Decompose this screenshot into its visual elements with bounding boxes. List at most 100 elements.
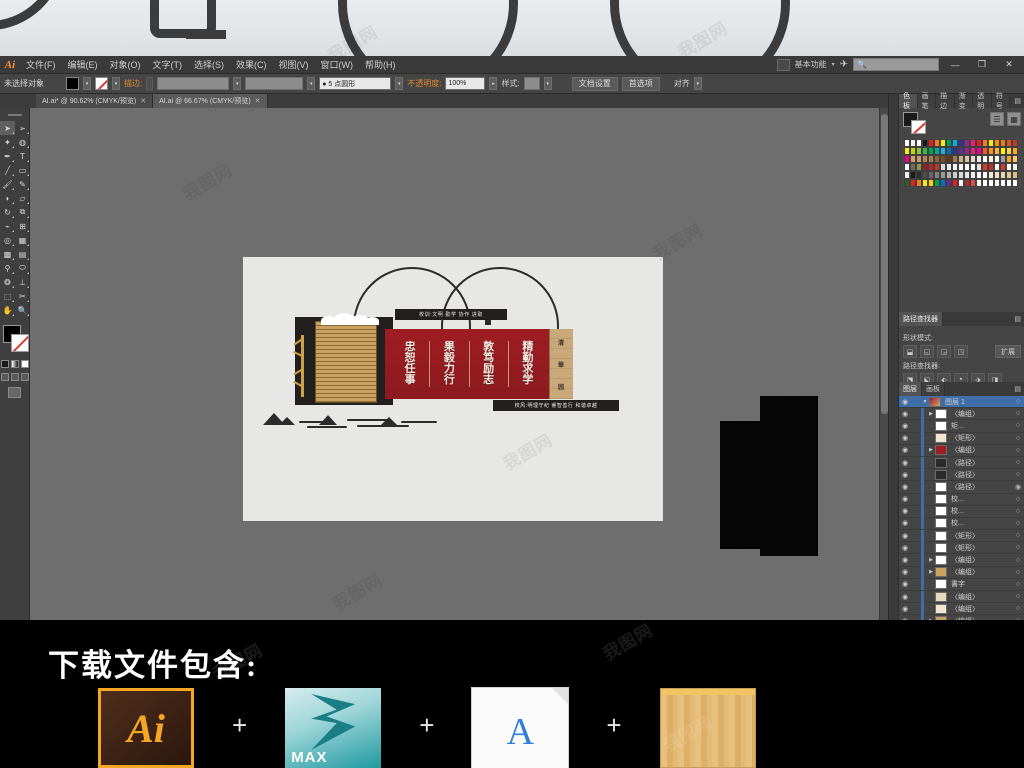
layer-row[interactable]: ◉ ▶ 〈编组〉 ○: [899, 407, 1024, 421]
menu-view[interactable]: 视图(V): [273, 56, 315, 74]
swatch-37[interactable]: [1012, 147, 1018, 155]
eye-icon[interactable]: ◉: [899, 495, 911, 503]
menu-select[interactable]: 选择(S): [188, 56, 230, 74]
rectangle-tool[interactable]: ▭: [15, 163, 30, 177]
brush-definition-arrow[interactable]: ▾: [395, 77, 404, 90]
target-circle-icon[interactable]: ◉: [1011, 483, 1024, 491]
target-circle-icon[interactable]: ○: [1011, 605, 1024, 612]
eye-icon[interactable]: ◉: [899, 580, 911, 588]
cc-bridge-icon[interactable]: ✈: [840, 59, 848, 70]
eye-icon[interactable]: ◉: [899, 556, 911, 564]
menu-object[interactable]: 对象(O): [104, 56, 147, 74]
layer-row[interactable]: ◉ 校... ○: [899, 517, 1024, 531]
pen-tool[interactable]: ✒: [0, 149, 15, 163]
target-circle-icon[interactable]: ○: [1011, 520, 1024, 527]
eye-icon[interactable]: ◉: [899, 483, 911, 491]
target-circle-icon[interactable]: ○: [1011, 410, 1024, 417]
swatch-56[interactable]: [1012, 155, 1018, 163]
layers-list[interactable]: ◉ ▼ 图层 1 ○ ◉ ▶ 〈编组〉 ○ ◉ 矩... ○ ◉ 〈矩形〉 ○ ◉ ▶ 〈编组〉 ○ ◉ 〈路…: [899, 396, 1024, 628]
eye-icon[interactable]: ◉: [899, 398, 911, 406]
dock-collapse-strip[interactable]: [889, 94, 899, 658]
eye-icon[interactable]: ◉: [899, 568, 911, 576]
menu-file[interactable]: 文件(F): [20, 56, 62, 74]
chevron-down-icon[interactable]: ▾: [832, 61, 835, 68]
panel-stroke-well[interactable]: [911, 120, 926, 134]
panel-menu-icon[interactable]: ▤: [1010, 312, 1024, 326]
tab-symbols[interactable]: 符号: [991, 93, 1011, 110]
search-input[interactable]: 🔍: [853, 58, 939, 71]
eye-icon[interactable]: ◉: [899, 544, 911, 552]
artboard[interactable]: 校训:文明 勤学 协作 进取 忠 恕 任 事 果 毅 力 行 敦 笃 励 志 精…: [243, 257, 663, 521]
menu-help[interactable]: 帮助(H): [359, 56, 402, 74]
fill-dropdown-arrow[interactable]: ▾: [83, 77, 91, 90]
color-fill-button[interactable]: [0, 360, 9, 368]
layer-row[interactable]: ◉ 矩... ○: [899, 419, 1024, 433]
workspace-switcher[interactable]: 基本功能: [795, 59, 827, 70]
swatch-18[interactable]: [1012, 139, 1018, 147]
layer-row[interactable]: ◉ 〈矩形〉 ○: [899, 529, 1024, 543]
target-circle-icon[interactable]: ○: [1011, 532, 1024, 539]
slice-tool[interactable]: ✂: [15, 289, 30, 303]
pencil-tool[interactable]: ✎: [15, 177, 30, 191]
layer-row[interactable]: ◉ ▶ 〈编组〉 ○: [899, 444, 1024, 457]
intersect-button[interactable]: ◲: [937, 345, 951, 358]
layer-row[interactable]: ◉ 校... ○: [899, 505, 1024, 518]
layer-row[interactable]: ◉ ▶ 〈编组〉 ○: [899, 566, 1024, 579]
stroke-weight-label[interactable]: 描边:: [124, 78, 142, 89]
layer-row[interactable]: ◉ 〈编组〉 ○: [899, 590, 1024, 604]
eye-icon[interactable]: ◉: [899, 507, 911, 515]
lasso-tool[interactable]: ◍: [15, 135, 30, 149]
document-tab-1[interactable]: AI.ai* @ 90.62% (CMYK/预览) ✕: [36, 94, 154, 108]
target-circle-icon[interactable]: ○: [1011, 422, 1024, 429]
palette-grip[interactable]: [7, 114, 22, 116]
arrange-documents-button[interactable]: [776, 58, 790, 71]
width-tool[interactable]: ⌁: [0, 219, 15, 233]
opacity-arrow[interactable]: ▸: [489, 77, 498, 90]
eye-icon[interactable]: ◉: [899, 422, 911, 430]
stroke-weight-stepper[interactable]: [146, 77, 154, 90]
target-circle-icon[interactable]: ○: [1011, 496, 1024, 503]
stroke-profile-arrow[interactable]: ▾: [307, 77, 316, 90]
stroke-profile-field[interactable]: [245, 77, 304, 90]
graphic-style-swatch[interactable]: [523, 77, 540, 90]
type-tool[interactable]: T: [15, 149, 30, 163]
stroke-weight-arrow[interactable]: ▾: [233, 77, 242, 90]
tab-gradient[interactable]: 渐变: [954, 93, 974, 110]
column-graph-tool[interactable]: ⊥: [15, 275, 30, 289]
exclude-button[interactable]: ◳: [954, 345, 968, 358]
target-circle-icon[interactable]: ○: [1011, 581, 1024, 588]
grid-view-icon[interactable]: ▦: [1007, 112, 1021, 126]
gradient-tool[interactable]: ▤: [15, 247, 30, 261]
draw-normal-button[interactable]: [0, 373, 9, 381]
free-transform-tool[interactable]: ⊞: [15, 219, 30, 233]
eyedropper-tool[interactable]: ⚲: [0, 261, 15, 275]
mesh-tool[interactable]: ▩: [0, 247, 15, 261]
blob-brush-tool[interactable]: ◗: [0, 191, 15, 205]
tab-swatches[interactable]: 色板: [899, 93, 918, 110]
direct-selection-tool[interactable]: ➢: [15, 121, 30, 135]
menu-window[interactable]: 窗口(W): [315, 56, 360, 74]
fill-color-swatch[interactable]: [66, 77, 79, 90]
scale-tool[interactable]: ⧉: [15, 205, 30, 219]
panel-fill-stroke-wells[interactable]: [903, 112, 927, 134]
unite-button[interactable]: ⬓: [903, 345, 917, 358]
zoom-tool[interactable]: 🔍: [15, 303, 30, 317]
selection-tool[interactable]: ➤: [0, 121, 15, 135]
layer-row[interactable]: ◉ 書字 ○: [899, 578, 1024, 591]
target-circle-icon[interactable]: ○: [1011, 459, 1024, 466]
minimize-button[interactable]: —: [944, 58, 966, 71]
draw-inside-button[interactable]: [20, 373, 29, 381]
blend-tool[interactable]: ⬭: [15, 261, 30, 275]
graphic-style-arrow[interactable]: ▾: [543, 77, 552, 90]
chevron-right-icon[interactable]: ▶: [927, 447, 935, 453]
tab-layers[interactable]: 图层: [899, 382, 922, 396]
tab-brushes[interactable]: 画笔: [917, 93, 937, 110]
stroke-weight-field[interactable]: [157, 77, 230, 90]
align-label[interactable]: 对齐: [674, 78, 690, 89]
tab-transparency[interactable]: 透明: [973, 93, 992, 110]
eye-icon[interactable]: ◉: [899, 471, 911, 479]
hand-tool[interactable]: ✋: [0, 303, 15, 317]
target-circle-icon[interactable]: ○: [1011, 398, 1024, 405]
target-circle-icon[interactable]: ○: [1011, 557, 1024, 564]
document-tab-2[interactable]: AI.ai @ 66.67% (CMYK/预览) ✕: [153, 94, 268, 108]
